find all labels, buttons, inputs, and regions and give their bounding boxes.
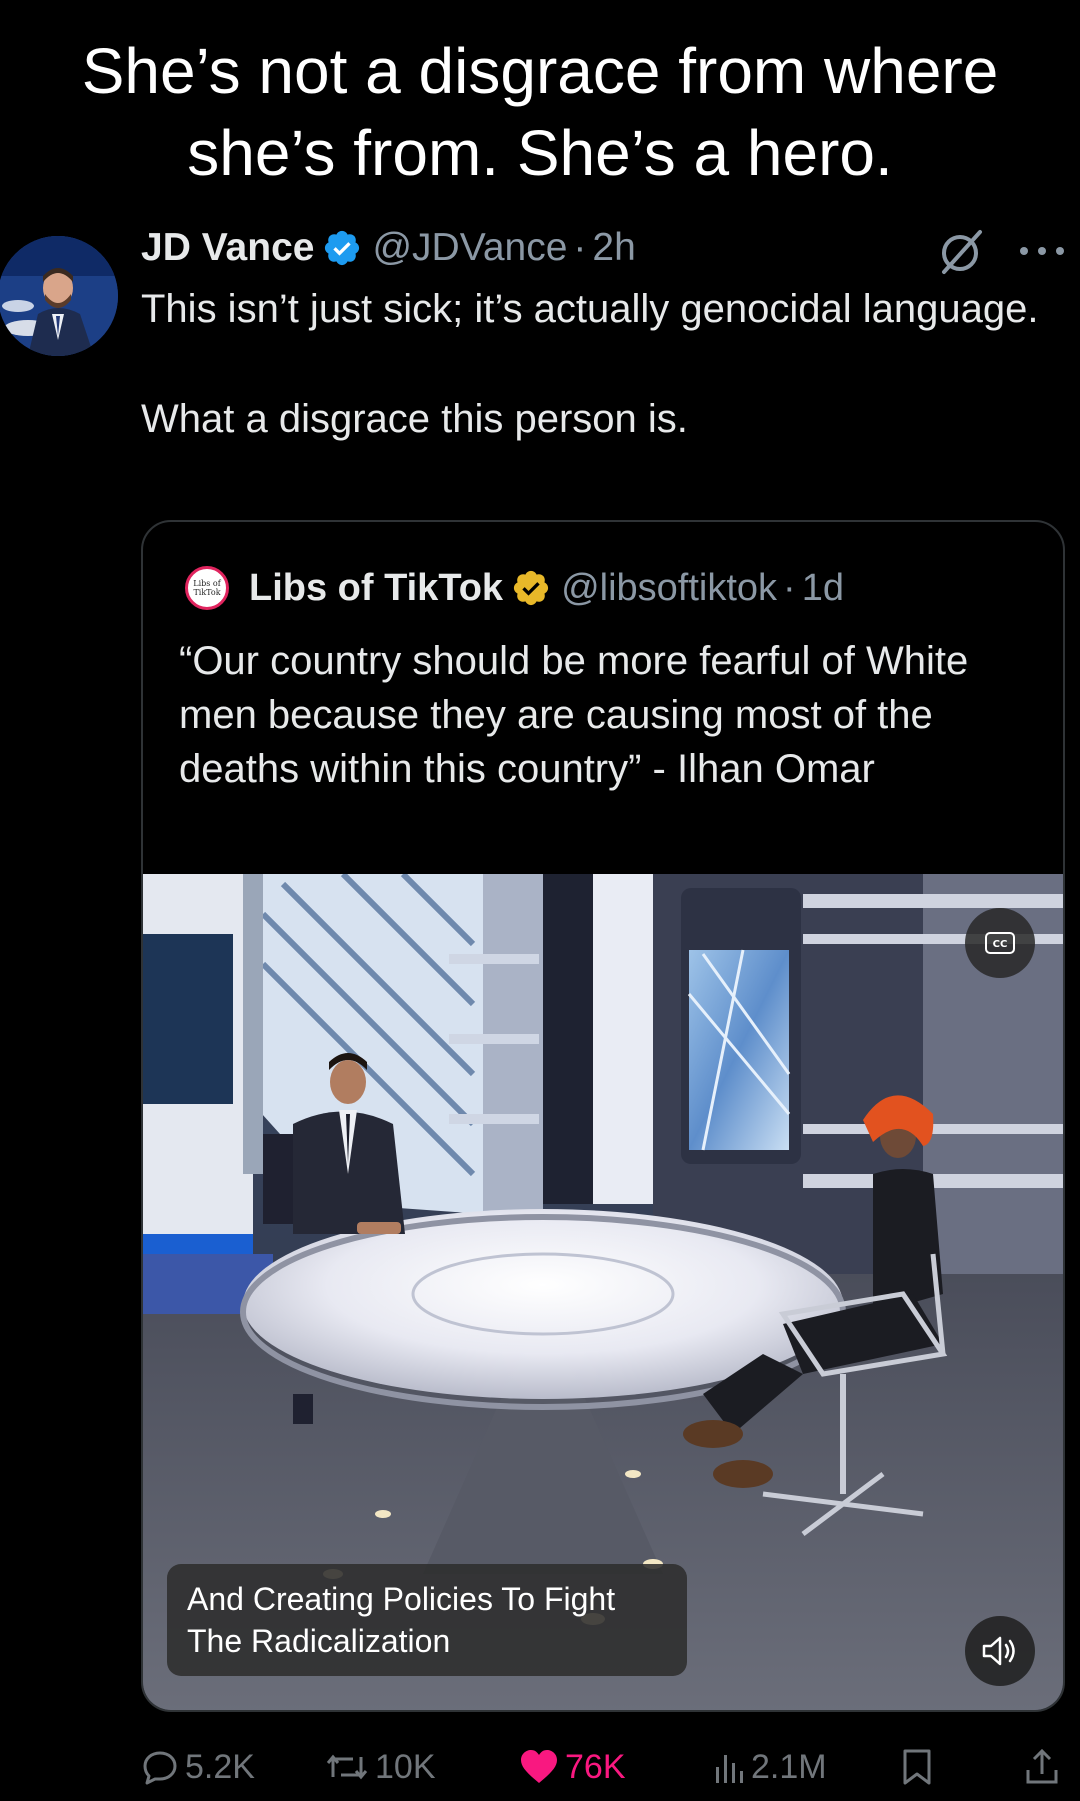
quoted-avatar[interactable]: Libs of TikTok <box>185 566 229 610</box>
caption-line-1: She’s not a disgrace from where <box>81 35 999 107</box>
quoted-tweet-card[interactable]: Libs of TikTok Libs of TikTok @libsoftik… <box>141 520 1065 1712</box>
bookmark-button[interactable] <box>901 1742 939 1792</box>
svg-text:TikTok: TikTok <box>193 588 220 597</box>
share-icon <box>1026 1748 1058 1784</box>
volume-icon[interactable] <box>965 1616 1035 1686</box>
tweet-text-para-1: This isn’t just sick; it’s actually geno… <box>141 287 1039 331</box>
author-handle[interactable]: @JDVance <box>372 226 567 270</box>
verified-badge-icon <box>322 228 362 268</box>
subtitle-line-2: The Radicalization <box>187 1623 451 1659</box>
author-name[interactable]: JD Vance <box>141 226 314 270</box>
tweet-action-bar: 5.2K 10K 76K 2.1M <box>141 1742 1065 1792</box>
verified-badge-icon <box>511 568 551 608</box>
share-button[interactable] <box>1025 1742 1065 1792</box>
subtitle-line-1: And Creating Policies To Fight <box>187 1581 616 1617</box>
grok-icon[interactable] <box>936 226 986 276</box>
reply-icon <box>143 1751 177 1785</box>
tweet-text: This isn’t just sick; it’s actually geno… <box>141 282 1041 446</box>
views-icon <box>716 1755 743 1783</box>
quoted-tweet-time[interactable]: 1d <box>802 567 844 610</box>
tweet-time[interactable]: 2h <box>592 226 635 270</box>
video-subtitle: And Creating Policies To Fight The Radic… <box>167 1564 687 1676</box>
views-button[interactable]: 2.1M <box>713 1742 827 1792</box>
caption-line-2: she’s from. She’s a hero. <box>187 117 893 189</box>
quoted-author-handle[interactable]: @libsoftiktok <box>561 567 777 610</box>
quoted-author-name[interactable]: Libs of TikTok <box>249 567 503 610</box>
repost-count: 10K <box>375 1747 436 1786</box>
tweet-header: JD Vance @JDVance · 2h <box>141 222 636 274</box>
separator-dot: · <box>573 226 587 269</box>
quoted-tweet-header: Libs of TikTok Libs of TikTok @libsoftik… <box>185 560 844 616</box>
bookmark-icon <box>903 1749 931 1785</box>
avatar[interactable] <box>0 236 118 356</box>
repost-button[interactable]: 10K <box>325 1742 436 1792</box>
svg-text:Libs of: Libs of <box>193 579 221 588</box>
reply-button[interactable]: 5.2K <box>141 1742 255 1792</box>
reply-count: 5.2K <box>185 1747 255 1786</box>
repost-icon <box>326 1754 368 1780</box>
like-button[interactable]: 76K <box>519 1742 626 1792</box>
video-player[interactable]: CC And Creating Policies To Fight The Ra… <box>143 874 1063 1710</box>
separator-dot: · <box>783 566 796 609</box>
closed-captions-button[interactable]: CC <box>965 908 1035 978</box>
like-count: 76K <box>565 1747 626 1786</box>
quoted-tweet-text: “Our country should be more fearful of W… <box>179 639 969 791</box>
cc-label: CC <box>993 939 1008 950</box>
views-count: 2.1M <box>751 1747 827 1786</box>
meme-caption: She’s not a disgrace from where she’s fr… <box>0 30 1080 194</box>
more-icon[interactable] <box>1014 234 1070 268</box>
heart-icon <box>521 1750 557 1783</box>
tweet-text-para-2: What a disgrace this person is. <box>141 397 688 441</box>
